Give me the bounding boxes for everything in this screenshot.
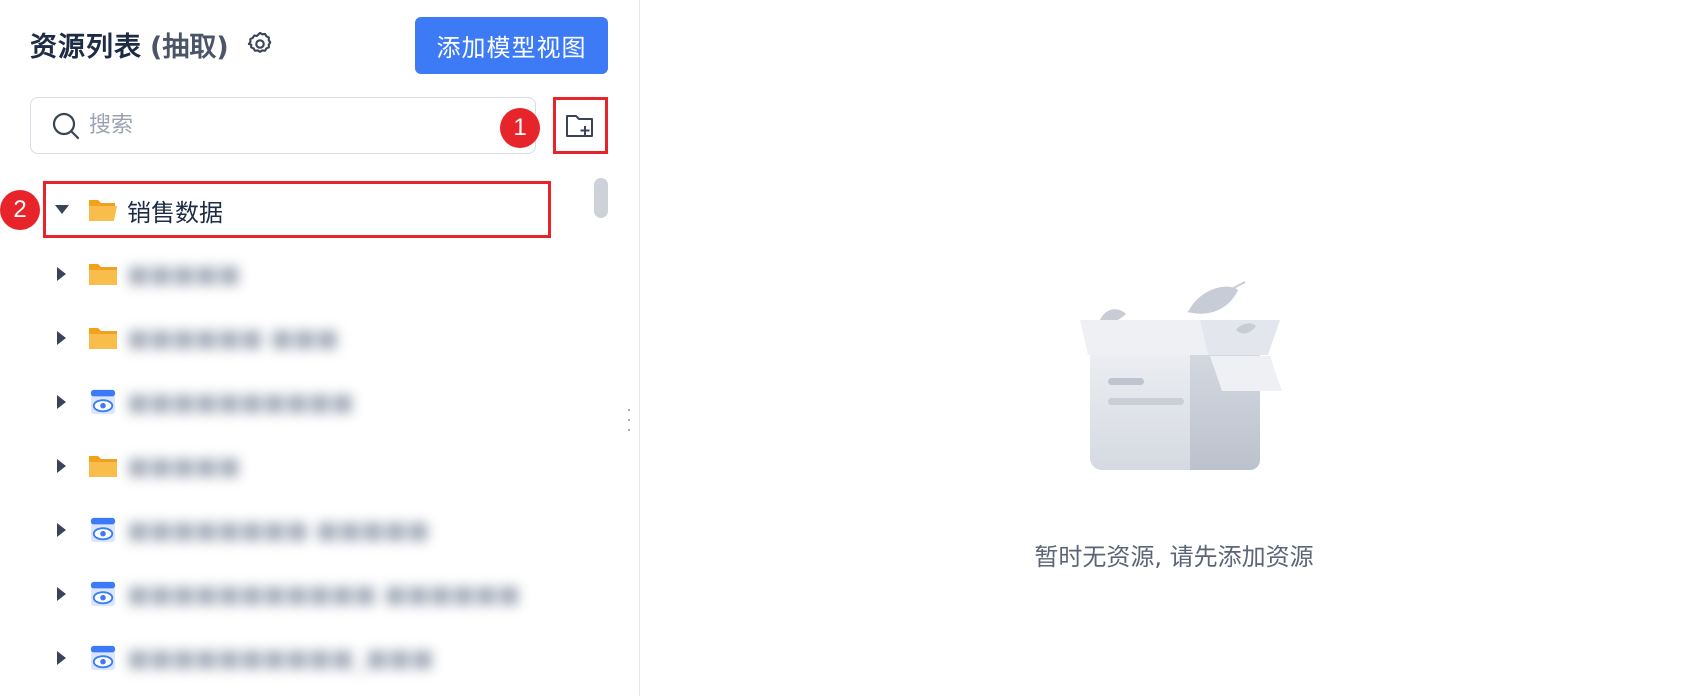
panel-header: 资源列表 (抽取) (30, 22, 275, 66)
empty-box-icon (1080, 281, 1282, 470)
tree-node-label: ■■■■■■■■■■■ ■■■■■■ (127, 580, 521, 608)
resize-handle[interactable] (626, 409, 632, 431)
model-view-icon (90, 645, 116, 671)
tree-node-label: ■■■■■■■■ ■■■■■ (127, 516, 430, 544)
model-view-icon (90, 581, 116, 607)
tree-node-label: ■■■■■■■■■■ (127, 388, 354, 416)
tree-node-folder[interactable]: ■■■■■ (0, 242, 590, 306)
tree-node-label: ■■■■■ (127, 452, 241, 480)
tree-scrollbar[interactable] (594, 178, 608, 218)
annotation-highlight-2 (43, 181, 551, 238)
resource-panel: 资源列表 (抽取) 添加模型视图 1 (0, 0, 639, 696)
folder-icon (89, 264, 117, 285)
tree-node-label: ■■■■■■■■■■_■■■ (127, 644, 434, 672)
model-view-icon (90, 389, 116, 415)
caret-right-icon[interactable] (55, 459, 69, 473)
model-view-icon (90, 517, 116, 543)
caret-right-icon[interactable] (55, 651, 69, 665)
caret-right-icon[interactable] (55, 523, 69, 537)
annotation-badge-1: 1 (500, 108, 540, 148)
folder-icon (89, 328, 117, 349)
tree-node-view[interactable]: ■■■■■■■■ ■■■■■ (0, 498, 590, 562)
folder-icon (89, 456, 117, 477)
tree-node-view[interactable]: ■■■■■■■■■■■ ■■■■■■ (0, 562, 590, 626)
tree-node-view[interactable]: ■■■■■■■■■■_■■■ (0, 626, 590, 690)
search-icon (52, 112, 80, 139)
tree-node-folder[interactable]: ■■■■■ (0, 434, 590, 498)
search-input[interactable] (89, 113, 469, 138)
panel-subtitle: (抽取) (150, 31, 229, 63)
caret-right-icon[interactable] (55, 395, 69, 409)
tree-node-label: ■■■■■ (127, 260, 241, 288)
annotation-badge-2: 2 (0, 190, 40, 230)
caret-right-icon[interactable] (55, 267, 69, 281)
caret-right-icon[interactable] (55, 587, 69, 601)
panel-divider (639, 0, 640, 696)
gear-icon[interactable] (245, 29, 275, 59)
tree-node-label: ■■■■■■ ■■■ (127, 324, 339, 352)
tree-node-view[interactable]: ■■■■■■■■■■ (0, 370, 590, 434)
add-model-view-button[interactable]: 添加模型视图 (415, 17, 608, 74)
empty-state-message: 暂时无资源, 请先添加资源 (1034, 543, 1314, 571)
caret-right-icon[interactable] (55, 331, 69, 345)
tree-node-folder[interactable]: ■■■■■■ ■■■ (0, 306, 590, 370)
folder-add-icon[interactable] (560, 107, 600, 145)
panel-title: 资源列表 (30, 31, 142, 63)
resource-tree: 销售数据 ■■■■■ ■■■■■■ ■■■ ■■■■■■■■■■ ■■■■■ ■■■■■… (0, 178, 590, 690)
search-box[interactable] (30, 97, 536, 154)
